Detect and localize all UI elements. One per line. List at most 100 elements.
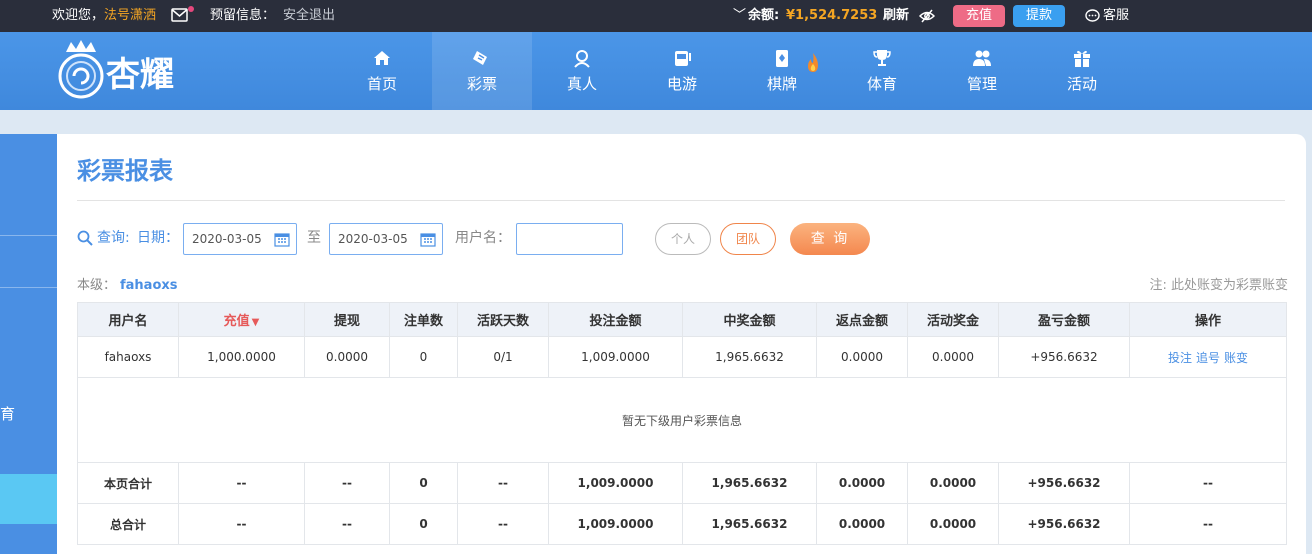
sidebar-divider xyxy=(0,287,57,288)
level-label: 本级： xyxy=(77,278,117,293)
cell-win: 1,965.6632 xyxy=(682,336,817,378)
date-from-value: 2020-03-05 xyxy=(192,232,262,246)
nav-lottery[interactable]: 彩票 xyxy=(432,32,532,110)
cell-bet: 1,009.0000 xyxy=(548,336,683,378)
users-icon xyxy=(972,48,992,68)
refresh-button[interactable]: 刷新 xyxy=(883,0,909,32)
chat-icon[interactable] xyxy=(1085,9,1100,23)
cell-withdraw: 0.0000 xyxy=(304,336,390,378)
cell-label: 总合计 xyxy=(77,503,179,545)
cell-ops: 投注 追号 账变 xyxy=(1129,336,1287,378)
nav-label: 活动 xyxy=(1066,75,1097,93)
logout-link[interactable]: 安全退出 xyxy=(283,0,335,32)
cell-bonus: 0.0000 xyxy=(907,336,999,378)
query-button[interactable]: 查 询 xyxy=(790,223,870,255)
slot-icon xyxy=(672,48,692,68)
lottery-report-table: 用户名 充值 ▼ 提现 注单数 活跃天数 投注金额 中奖金额 返点金额 活动奖金 … xyxy=(77,302,1287,545)
date-to-input[interactable]: 2020-03-05 xyxy=(329,223,443,255)
nav-label: 电游 xyxy=(666,75,697,93)
cell-bonus: 0.0000 xyxy=(907,462,999,504)
nav-manage[interactable]: 管理 xyxy=(932,32,1032,110)
table-header-row: 用户名 充值 ▼ 提现 注单数 活跃天数 投注金额 中奖金额 返点金额 活动奖金 … xyxy=(77,302,1287,337)
sort-down-icon: ▼ xyxy=(251,317,260,328)
chase-link[interactable]: 追号 xyxy=(1196,351,1220,365)
welcome-text: 欢迎您， xyxy=(52,8,105,23)
cell-orders: 0 xyxy=(389,462,458,504)
cell-profit: +956.6632 xyxy=(998,503,1130,545)
nav-label: 彩票 xyxy=(466,75,497,93)
home-icon xyxy=(372,48,392,68)
cell-withdraw: -- xyxy=(304,462,390,504)
col-header: 中奖金额 xyxy=(682,302,817,337)
main-nav: 杏耀 首页 彩票 真人 电游 棋牌 体育 管理 活动 xyxy=(0,32,1312,110)
calendar-icon[interactable] xyxy=(274,231,290,247)
cell-username[interactable]: fahaoxs xyxy=(77,336,179,378)
level-username[interactable]: fahaoxs xyxy=(120,278,178,294)
col-header: 注单数 xyxy=(389,302,458,337)
query-label: 查询: xyxy=(97,230,130,246)
col-header: 用户名 xyxy=(77,302,179,337)
lottery-icon xyxy=(472,48,492,68)
customer-service-link[interactable]: 客服 xyxy=(1103,0,1129,32)
nav-live[interactable]: 真人 xyxy=(532,32,632,110)
username-input[interactable] xyxy=(516,223,623,255)
col-header: 活跃天数 xyxy=(457,302,549,337)
balance-value: ¥1,524.7253 xyxy=(786,8,878,23)
col-header: 操作 xyxy=(1129,302,1287,337)
calendar-icon[interactable] xyxy=(420,231,436,247)
empty-row: 暂无下级用户彩票信息 xyxy=(77,377,1287,463)
username-label: 用户名： xyxy=(455,230,511,246)
date-label: 日期： xyxy=(137,230,179,246)
username-link[interactable]: 法号潇洒 xyxy=(104,0,156,32)
svg-text:杏耀: 杏耀 xyxy=(106,55,174,95)
cell-win: 1,965.6632 xyxy=(682,462,817,504)
col-header: 活动奖金 xyxy=(907,302,999,337)
sidebar-item-label[interactable]: 育 xyxy=(0,404,15,424)
cell-label: 本页合计 xyxy=(77,462,179,504)
cell-recharge: -- xyxy=(178,503,305,545)
recharge-button[interactable]: 充值 xyxy=(953,5,1005,27)
date-from-input[interactable]: 2020-03-05 xyxy=(183,223,297,255)
nav-slots[interactable]: 电游 xyxy=(632,32,732,110)
trophy-icon xyxy=(872,48,892,68)
nav-label: 棋牌 xyxy=(766,75,797,93)
nav-home[interactable]: 首页 xyxy=(332,32,432,110)
left-sidebar: 育 xyxy=(0,134,57,554)
chevron-down-icon[interactable]: ﹀ xyxy=(733,0,746,32)
empty-message: 暂无下级用户彩票信息 xyxy=(77,377,1287,463)
nav-sports[interactable]: 体育 xyxy=(832,32,932,110)
reserve-info-label[interactable]: 预留信息： xyxy=(210,0,275,32)
nav-label: 体育 xyxy=(866,75,897,93)
nav-activity[interactable]: 活动 xyxy=(1032,32,1132,110)
cell-rebate: 0.0000 xyxy=(816,503,908,545)
cell-rebate: 0.0000 xyxy=(816,462,908,504)
bet-link[interactable]: 投注 xyxy=(1168,351,1192,365)
withdraw-button[interactable]: 提款 xyxy=(1013,5,1065,27)
cell-ops: -- xyxy=(1129,503,1287,545)
cell-orders: 0 xyxy=(389,336,458,378)
cell-active-days: -- xyxy=(457,462,549,504)
personal-button[interactable]: 个人 xyxy=(655,223,711,255)
brand-logo[interactable]: 杏耀 xyxy=(52,38,202,104)
account-change-link[interactable]: 账变 xyxy=(1224,351,1248,365)
mail-icon[interactable] xyxy=(171,8,188,24)
search-icon xyxy=(77,230,93,246)
team-button[interactable]: 团队 xyxy=(720,223,776,255)
person-icon xyxy=(572,48,592,68)
col-header-sortable[interactable]: 充值 ▼ xyxy=(178,302,305,337)
report-panel: 彩票报表 查询: 日期： 2020-03-05 至 2020-03-05 用户名… xyxy=(57,134,1306,554)
sidebar-item-active[interactable] xyxy=(0,474,57,524)
grand-total-row: 总合计 -- -- 0 -- 1,009.0000 1,965.6632 0.0… xyxy=(77,503,1287,545)
cell-withdraw: -- xyxy=(304,503,390,545)
cell-win: 1,965.6632 xyxy=(682,503,817,545)
eye-off-icon[interactable] xyxy=(919,9,935,23)
col-header-label: 充值 xyxy=(223,314,250,329)
date-to-value: 2020-03-05 xyxy=(338,232,408,246)
table-row: fahaoxs 1,000.0000 0.0000 0 0/1 1,009.00… xyxy=(77,336,1287,378)
cell-recharge: -- xyxy=(178,462,305,504)
cell-rebate: 0.0000 xyxy=(816,336,908,378)
cell-orders: 0 xyxy=(389,503,458,545)
cell-profit: +956.6632 xyxy=(998,336,1130,378)
report-note: 注: 此处账变为彩票账变 xyxy=(1149,278,1288,293)
unread-badge xyxy=(188,6,194,12)
